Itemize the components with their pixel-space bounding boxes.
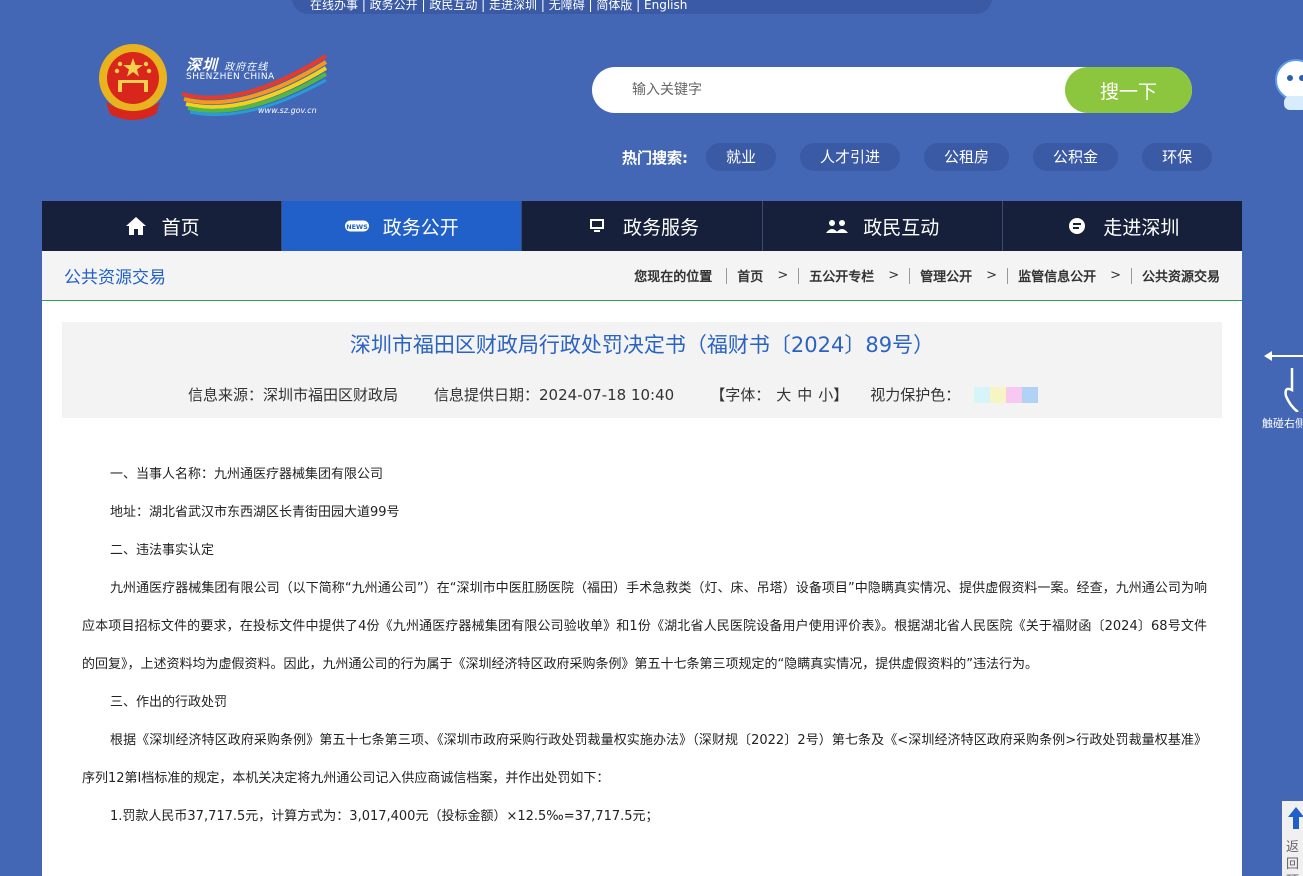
- hot-tag-gongzufang[interactable]: 公租房: [924, 143, 1010, 171]
- breadcrumb-home[interactable]: 首页: [737, 266, 763, 285]
- document-body: 一、当事人名称：九州通医疗器械集团有限公司 地址：湖北省武汉市东西湖区长青街田园…: [82, 456, 1207, 836]
- monitor-icon: [585, 214, 609, 238]
- section-header: 公共资源交易 您现在的位置 首页 > 五公开专栏 > 管理公开 > 监管信息公开…: [42, 251, 1242, 301]
- hot-search-label: 热门搜索:: [622, 148, 688, 167]
- nav-zoujin-shenzhen[interactable]: 走进深圳: [1003, 201, 1242, 251]
- document-title: 深圳市福田区财政局行政处罚决定书（福财书〔2024〕89号）: [349, 333, 935, 357]
- font-size-label: 【字体：: [710, 386, 771, 404]
- breadcrumb-lead: 您现在的位置: [634, 270, 713, 285]
- paragraph: 一、当事人名称：九州通医疗器械集团有限公司: [110, 467, 384, 482]
- home-icon: [124, 214, 148, 238]
- section-title[interactable]: 公共资源交易: [64, 263, 166, 288]
- paragraph: 九州通医疗器械集团有限公司（以下简称“九州通公司”）在“深圳市中医肛肠医院（福田…: [82, 581, 1207, 672]
- paragraph: 三、作出的行政处罚: [110, 695, 228, 710]
- document-meta: 信息来源：深圳市福田区财政局 信息提供日期：2024-07-18 10:40 【…: [188, 384, 1039, 405]
- nav-zoujin-shenzhen-label: 走进深圳: [1103, 216, 1180, 239]
- arrow-up-icon: [1288, 807, 1303, 829]
- nav-zhengwu-gongkai[interactable]: NEWS 政务公开: [282, 201, 523, 251]
- eye-care-label: 视力保护色：: [870, 386, 961, 404]
- national-emblem-logo: [99, 44, 167, 120]
- content-panel: 公共资源交易 您现在的位置 首页 > 五公开专栏 > 管理公开 > 监管信息公开…: [42, 251, 1242, 876]
- hot-search-bar: 热门搜索: 就业 人才引进 公租房 公积金 环保: [622, 143, 1236, 171]
- brand-url: www.sz.gov.cn: [258, 106, 317, 115]
- hot-tag-gongjijin[interactable]: 公积金: [1033, 143, 1119, 171]
- main-nav: 首页 NEWS 政务公开 政务服务 政民互动 走进深圳: [42, 201, 1242, 251]
- nav-zhengmin-hudong-label: 政民互动: [863, 216, 940, 239]
- info-date: 信息提供日期：2024-07-18 10:40: [434, 386, 675, 404]
- paragraph: 二、违法事实认定: [110, 543, 215, 558]
- hot-tag-rencai[interactable]: 人才引进: [800, 143, 901, 171]
- eye-care-swatch-cyan[interactable]: [974, 386, 991, 403]
- breadcrumb-divider: [726, 267, 728, 284]
- search-button[interactable]: 搜一下: [1065, 67, 1192, 113]
- back-to-top-label: 返回顶部: [1286, 840, 1300, 876]
- breadcrumb-divider: [1130, 267, 1132, 284]
- nav-home[interactable]: 首页: [42, 201, 283, 251]
- breadcrumb-separator-icon: >: [986, 268, 998, 283]
- brand-english-name: SHENZHEN CHINA: [186, 72, 275, 82]
- breadcrumb-separator-icon: >: [1110, 268, 1121, 283]
- people-icon: [825, 214, 849, 238]
- hot-tag-huanbao[interactable]: 环保: [1142, 143, 1213, 171]
- info-source: 信息来源：深圳市福田区财政局: [188, 386, 399, 404]
- hot-tag-jiuye[interactable]: 就业: [706, 143, 777, 171]
- hand-pointer-icon: [1264, 351, 1303, 413]
- breadcrumb-wugongkai[interactable]: 五公开专栏: [809, 266, 874, 285]
- eye-care-swatch-blue[interactable]: [1022, 386, 1039, 403]
- paragraph: 地址：湖北省武汉市东西湖区长青街田园大道99号: [110, 505, 400, 520]
- paragraph: 1.罚款人民币37,717.5元，计算方式为：3,017,400元（投标金额）×…: [110, 809, 659, 824]
- news-icon: NEWS: [344, 214, 369, 238]
- assistant-mascot-icon[interactable]: [1268, 56, 1303, 116]
- breadcrumb-divider: [909, 267, 911, 284]
- font-size-close: 】: [833, 386, 849, 404]
- nav-zhengwu-gongkai-label: 政务公开: [382, 216, 459, 239]
- back-to-top-button[interactable]: 返回顶部: [1282, 801, 1303, 876]
- touch-right-hint[interactable]: 触碰右侧: [1262, 346, 1303, 436]
- eye-care-swatch-yellow[interactable]: [990, 386, 1007, 403]
- nav-zhengwu-fuwu-label: 政务服务: [623, 216, 700, 239]
- breadcrumb-divider: [1007, 267, 1009, 284]
- breadcrumb-guanli[interactable]: 管理公开: [920, 266, 972, 285]
- shenzhen-brand-logo[interactable]: 深圳 政府在线 SHENZHEN CHINA www.sz.gov.cn: [180, 50, 330, 120]
- nav-zhengmin-hudong[interactable]: 政民互动: [763, 201, 1003, 251]
- breadcrumb-gonggong[interactable]: 公共资源交易: [1142, 266, 1220, 285]
- top-link-strip[interactable]: 在线办事 | 政务公开 | 政民互动 | 走进深圳 | 无障碍 | 简体版 | …: [292, 0, 992, 14]
- breadcrumb-separator-icon: >: [888, 268, 900, 283]
- font-size-small[interactable]: 小: [818, 384, 833, 405]
- nav-home-label: 首页: [161, 216, 200, 239]
- breadcrumb-divider: [798, 267, 800, 284]
- svg-text:NEWS: NEWS: [346, 223, 368, 231]
- breadcrumb-separator-icon: >: [777, 268, 789, 283]
- nav-zhengwu-fuwu[interactable]: 政务服务: [522, 201, 763, 251]
- font-size-large[interactable]: 大: [776, 384, 791, 405]
- font-size-medium[interactable]: 中: [797, 384, 812, 405]
- chat-icon: [1065, 214, 1089, 238]
- eye-care-swatch-pink[interactable]: [1006, 386, 1023, 403]
- touch-right-label: 触碰右侧: [1262, 417, 1303, 430]
- document-header: 深圳市福田区财政局行政处罚决定书（福财书〔2024〕89号） 信息来源：深圳市福…: [62, 322, 1222, 418]
- breadcrumb: 您现在的位置 首页 > 五公开专栏 > 管理公开 > 监管信息公开 > 公共资源…: [634, 266, 1220, 285]
- breadcrumb-jianguan[interactable]: 监管信息公开: [1018, 266, 1096, 285]
- paragraph: 根据《深圳经济特区政府采购条例》第五十七条第三项、《深圳市政府采购行政处罚裁量权…: [82, 733, 1207, 786]
- search-input[interactable]: [632, 67, 1052, 113]
- search-bar: 搜一下: [592, 67, 1192, 113]
